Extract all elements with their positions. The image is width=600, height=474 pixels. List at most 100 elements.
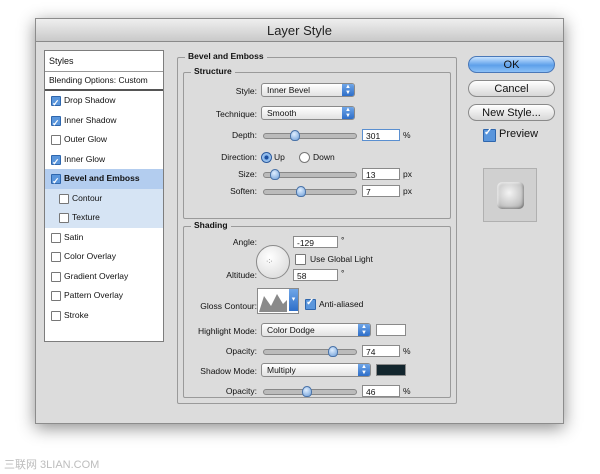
- highlight-opacity-knob[interactable]: [328, 346, 338, 357]
- style-dropdown[interactable]: Inner Bevel ▲ ▼: [261, 83, 355, 97]
- size-slider[interactable]: [263, 169, 357, 180]
- preview-checkbox[interactable]: [483, 127, 496, 142]
- highlight-mode-value: Color Dodge: [267, 325, 315, 335]
- crosshair-icon: ·:·: [266, 258, 273, 265]
- style-item-label: Satin: [64, 231, 84, 242]
- style-item-label: Color Overlay: [64, 251, 116, 261]
- shadow-mode-dropdown[interactable]: Multiply ▲ ▼: [261, 363, 371, 377]
- shadow-opacity-slider[interactable]: [263, 386, 357, 397]
- depth-slider-knob[interactable]: [290, 130, 300, 141]
- contour-checkbox[interactable]: [59, 193, 69, 204]
- texture-checkbox[interactable]: [59, 213, 69, 223]
- style-item-stroke[interactable]: Stroke: [45, 306, 163, 326]
- direction-label: Direction:: [221, 152, 257, 162]
- technique-dropdown[interactable]: Smooth ▲ ▼: [261, 106, 355, 120]
- style-item-drop-shadow[interactable]: Drop Shadow: [45, 91, 163, 114]
- angle-dial[interactable]: ·:·: [256, 245, 290, 279]
- global-light-checkbox[interactable]: [295, 254, 306, 265]
- highlight-opacity-slider[interactable]: [263, 346, 357, 357]
- cancel-button[interactable]: Cancel: [468, 80, 555, 97]
- style-item-label: Bevel and Emboss: [64, 173, 140, 183]
- style-value: Inner Bevel: [267, 85, 310, 95]
- altitude-input[interactable]: 58: [293, 269, 338, 281]
- shadow-opacity-unit: %: [403, 386, 411, 396]
- inner-glow-checkbox[interactable]: [51, 153, 61, 172]
- altitude-unit: °: [341, 268, 345, 278]
- size-slider-knob[interactable]: [270, 169, 280, 180]
- soften-unit: px: [403, 186, 412, 196]
- highlight-mode-dropdown[interactable]: Color Dodge ▲ ▼: [261, 323, 371, 337]
- dropdown-arrow-icon: ▾: [289, 289, 298, 311]
- watermark: 三联网 3LIAN.COM: [4, 459, 100, 471]
- soften-label: Soften:: [230, 186, 257, 196]
- style-item-label: Gradient Overlay: [64, 270, 129, 281]
- style-item-label: Pattern Overlay: [64, 290, 124, 300]
- dialog-title: Layer Style: [266, 23, 333, 38]
- soften-input[interactable]: 7: [362, 185, 400, 197]
- direction-down-label: Down: [313, 152, 335, 162]
- style-item-label: Drop Shadow: [64, 95, 116, 105]
- angle-unit: °: [341, 235, 345, 245]
- style-label: Style:: [235, 86, 257, 96]
- bevel-emboss-checkbox[interactable]: [51, 172, 61, 192]
- shadow-opacity-knob[interactable]: [302, 386, 312, 397]
- style-item-color-overlay[interactable]: Color Overlay: [45, 247, 163, 267]
- drop-shadow-checkbox[interactable]: [51, 94, 61, 114]
- outer-glow-checkbox[interactable]: [51, 135, 61, 145]
- angle-input[interactable]: -129: [293, 236, 338, 248]
- size-input[interactable]: 13: [362, 168, 400, 180]
- direction-up-label: Up: [274, 152, 285, 162]
- stroke-checkbox[interactable]: [51, 310, 61, 321]
- gloss-contour-label: Gloss Contour:: [200, 301, 257, 311]
- shadow-color-swatch[interactable]: [376, 364, 406, 376]
- anti-aliased-checkbox[interactable]: [305, 297, 316, 310]
- inner-shadow-checkbox[interactable]: [51, 114, 61, 133]
- pattern-overlay-checkbox[interactable]: [51, 291, 61, 301]
- highlight-opacity-label: Opacity:: [225, 346, 257, 356]
- bevel-emboss-panel: Bevel and Emboss Structure Style: Inner …: [177, 50, 457, 410]
- style-item-inner-shadow[interactable]: Inner Shadow: [45, 111, 163, 133]
- style-item-pattern-overlay[interactable]: Pattern Overlay: [45, 286, 163, 306]
- color-overlay-checkbox[interactable]: [51, 252, 61, 262]
- technique-value: Smooth: [267, 108, 297, 118]
- global-light-label: Use Global Light: [310, 254, 373, 264]
- soften-slider-knob[interactable]: [296, 186, 306, 197]
- direction-down-radio[interactable]: [299, 152, 310, 163]
- shadow-mode-value: Multiply: [267, 365, 296, 375]
- shadow-opacity-label: Opacity:: [225, 386, 257, 396]
- depth-label: Depth:: [231, 130, 257, 140]
- gloss-contour-picker[interactable]: ▾: [257, 288, 299, 314]
- layer-style-dialog: Layer Style Styles Blending Options: Cus…: [35, 18, 564, 424]
- style-item-contour[interactable]: Contour: [45, 188, 163, 208]
- updown-arrow-icon: ▲ ▼: [358, 324, 370, 336]
- soften-slider[interactable]: [263, 186, 357, 197]
- bevel-emboss-title: Bevel and Emboss: [185, 51, 267, 61]
- style-item-gradient-overlay[interactable]: Gradient Overlay: [45, 267, 163, 287]
- altitude-label: Altitude:: [226, 270, 257, 280]
- new-style-button[interactable]: New Style...: [468, 104, 555, 121]
- style-item-texture[interactable]: Texture: [45, 208, 163, 228]
- depth-slider[interactable]: [263, 130, 357, 141]
- style-item-outer-glow[interactable]: Outer Glow: [45, 130, 163, 150]
- title-bar[interactable]: Layer Style: [36, 19, 563, 42]
- shading-title: Shading: [191, 220, 231, 230]
- gradient-overlay-checkbox[interactable]: [51, 271, 61, 282]
- style-item-inner-glow[interactable]: Inner Glow: [45, 150, 163, 172]
- direction-up-radio[interactable]: [261, 152, 272, 163]
- styles-header[interactable]: Styles: [45, 51, 163, 72]
- size-label: Size:: [238, 169, 257, 179]
- ok-button[interactable]: OK: [468, 56, 555, 73]
- satin-checkbox[interactable]: [51, 232, 61, 243]
- depth-input[interactable]: 301: [362, 129, 400, 141]
- style-item-satin[interactable]: Satin: [45, 228, 163, 248]
- highlight-opacity-input[interactable]: 74: [362, 345, 400, 357]
- size-unit: px: [403, 169, 412, 179]
- style-item-label: Outer Glow: [64, 134, 107, 144]
- shadow-opacity-input[interactable]: 46: [362, 385, 400, 397]
- blending-options-item[interactable]: Blending Options: Custom: [45, 72, 163, 91]
- preview-swatch: [497, 182, 524, 209]
- highlight-color-swatch[interactable]: [376, 324, 406, 336]
- style-item-bevel-emboss[interactable]: Bevel and Emboss: [45, 169, 163, 192]
- style-item-label: Texture: [72, 212, 100, 222]
- technique-label: Technique:: [215, 109, 257, 119]
